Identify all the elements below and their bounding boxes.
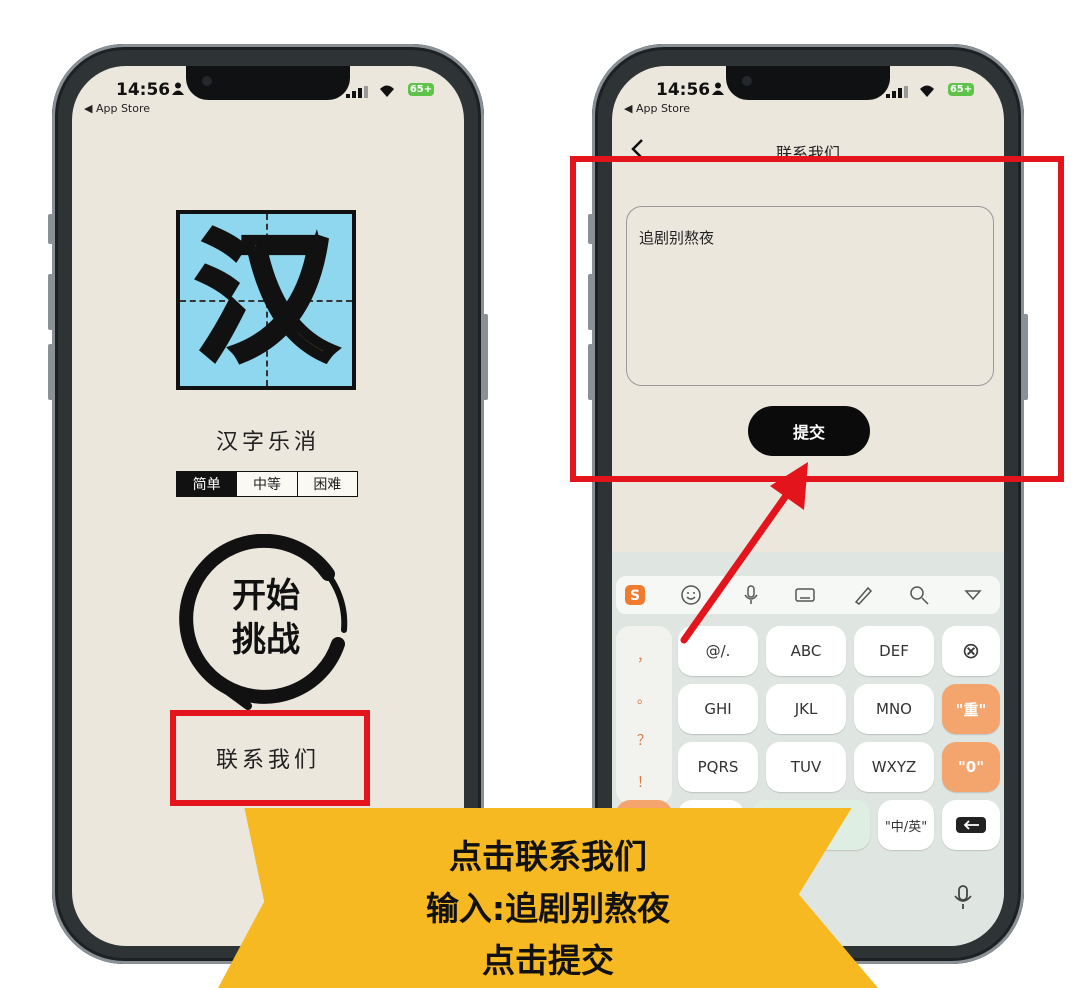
- punctuation-column: ， 。 ？ ！: [616, 626, 672, 804]
- wifi-icon: [920, 85, 934, 97]
- key-7[interactable]: PQRS: [678, 742, 758, 792]
- delete-key[interactable]: ⊗: [942, 626, 1000, 676]
- back-to-app-store[interactable]: ◀ App Store: [84, 102, 150, 115]
- highlight-contact-us: [170, 710, 370, 806]
- power-button: [483, 314, 488, 400]
- battery-indicator: 65+: [408, 83, 434, 96]
- difficulty-hard[interactable]: 困难: [298, 472, 357, 496]
- sogou-logo-icon[interactable]: S: [624, 584, 646, 606]
- logo-character: 汉: [193, 215, 339, 384]
- dictation-mic-icon[interactable]: [952, 884, 974, 910]
- status-time: 14:56: [116, 80, 171, 100]
- notch: [726, 66, 890, 100]
- return-key[interactable]: [942, 800, 1000, 850]
- signal-icon: [886, 86, 908, 98]
- signal-icon: [346, 86, 368, 98]
- notch: [186, 66, 350, 100]
- app-logo: 汉: [176, 210, 356, 390]
- punct-key[interactable]: ！: [616, 772, 672, 792]
- handwriting-icon[interactable]: [852, 584, 874, 606]
- person-icon: [712, 82, 724, 95]
- instruction-line-3: 点击提交: [482, 941, 614, 980]
- search-icon[interactable]: [908, 584, 930, 606]
- volume-up-button: [48, 274, 53, 330]
- status-time: 14:56: [656, 80, 711, 100]
- key-8[interactable]: TUV: [766, 742, 846, 792]
- mute-switch: [48, 214, 53, 244]
- instruction-banner: 点击联系我们 输入:追剧别熬夜 点击提交: [218, 808, 878, 988]
- start-challenge-button[interactable]: 开始 挑战: [178, 574, 354, 662]
- punct-key[interactable]: ？: [616, 730, 672, 750]
- punct-key[interactable]: ，: [616, 646, 672, 666]
- key-4[interactable]: GHI: [678, 684, 758, 734]
- retype-key[interactable]: "重": [942, 684, 1000, 734]
- instruction-line-2: 输入:追剧别熬夜: [425, 889, 671, 928]
- volume-down-button: [48, 344, 53, 400]
- difficulty-easy[interactable]: 简单: [177, 472, 238, 496]
- svg-text:S: S: [630, 588, 640, 604]
- highlight-feedback-form: [570, 156, 1064, 482]
- key-5[interactable]: JKL: [766, 684, 846, 734]
- back-to-app-store[interactable]: ◀ App Store: [624, 102, 690, 115]
- key-3[interactable]: DEF: [854, 626, 934, 676]
- person-icon: [172, 82, 184, 95]
- wifi-icon: [380, 85, 394, 97]
- collapse-keyboard-icon[interactable]: [962, 584, 984, 606]
- key-6[interactable]: MNO: [854, 684, 934, 734]
- difficulty-selector: 简单 中等 困难: [176, 471, 358, 497]
- key-9[interactable]: WXYZ: [854, 742, 934, 792]
- app-title: 汉字乐消: [215, 430, 320, 455]
- battery-indicator: 65+: [948, 83, 974, 96]
- punct-key[interactable]: 。: [616, 688, 672, 708]
- front-camera: [742, 76, 752, 86]
- front-camera: [202, 76, 212, 86]
- instruction-line-1: 点击联系我们: [449, 837, 647, 876]
- zero-key[interactable]: "0": [942, 742, 1000, 792]
- arrow-icon: [680, 462, 808, 644]
- return-icon: [956, 817, 986, 833]
- difficulty-medium[interactable]: 中等: [237, 472, 298, 496]
- language-toggle-key[interactable]: "中/英": [878, 800, 934, 850]
